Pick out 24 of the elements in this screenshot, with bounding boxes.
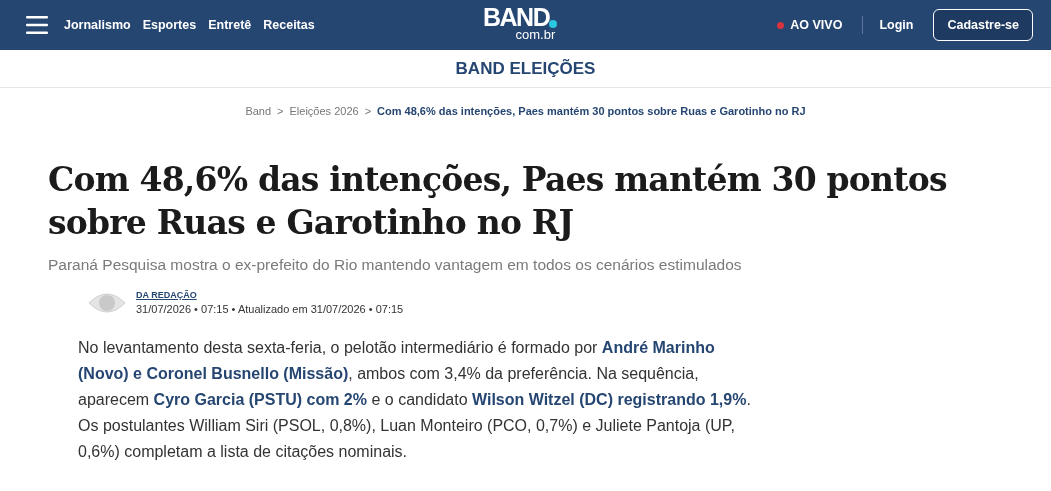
- login-link[interactable]: Login: [879, 18, 914, 32]
- breadcrumb-separator: >: [277, 105, 284, 117]
- eye-logo-icon: [88, 290, 126, 315]
- nav-link[interactable]: Entretê: [208, 18, 252, 32]
- article-paragraph: No levantamento desta sexta-feria, o pelotão intermediário é formado por André Marinho (Novo) e Coronel Busnello (Missão), ambos com 3,4% da preferência. Na sequência, aparecem Cyro Garcia (PSTU) com 2% e o candidato Wilson Witzel (DC) registrando 1,9%. Os postulantes William Siri (PSOL, 0,8%), Luan Monteiro (PCO, 0,7%) e Juliete Pantoja (UP, 0,6%) completam a lista de citações nominais.: [78, 338, 752, 462]
- article-subtitle: Paraná Pesquisa mostra o ex-prefeito do Rio mantendo vantagem em todos os cenários estimulados: [48, 256, 743, 274]
- menu-icon[interactable]: [26, 16, 48, 34]
- breadcrumb-link[interactable]: Com 48,6% das intenções, Paes mantém 30 pontos sobre Ruas e Garotinho no RJ: [377, 105, 806, 117]
- dot-icon: [549, 20, 558, 28]
- live-link[interactable]: AO VIVO: [790, 18, 843, 32]
- logo-domain[interactable]: com.br: [515, 28, 556, 42]
- breadcrumb-separator: >: [364, 105, 372, 117]
- breadcrumb-link[interactable]: Band: [245, 105, 272, 117]
- nav-link[interactable]: Esportes: [142, 18, 197, 32]
- nav-link[interactable]: Jornalismo: [64, 18, 131, 32]
- live-dot-icon: [777, 21, 785, 29]
- breadcrumb-link[interactable]: Eleições 2026: [289, 105, 359, 117]
- logo-wordmark[interactable]: BAND: [483, 6, 550, 28]
- author-link[interactable]: DA REDAÇÃO: [136, 290, 404, 300]
- nav-link[interactable]: Receitas: [263, 18, 315, 32]
- article-title: Com 48,6% das intenções, Paes mantém 30 pontos sobre Ruas e Garotinho no RJ: [48, 159, 948, 244]
- publish-date: 31/07/2026 • 07:15 • Atualizado em 31/07/2026 • 07:15: [136, 303, 404, 315]
- section-title[interactable]: BAND ELEIÇÕES: [455, 58, 596, 79]
- signup-button[interactable]: Cadastre-se: [933, 9, 1033, 41]
